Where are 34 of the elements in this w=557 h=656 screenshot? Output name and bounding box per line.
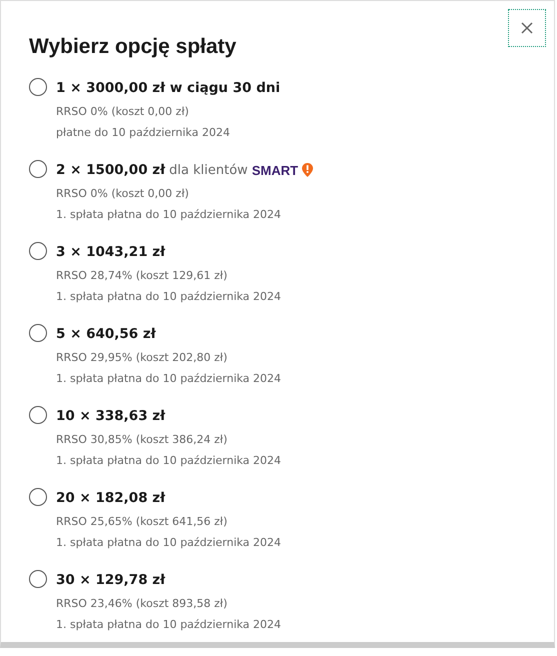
rrso-text: RRSO 25,65% (koszt 641,56 zł)	[56, 514, 228, 530]
rrso-text: RRSO 23,46% (koszt 893,58 zł)	[56, 596, 228, 612]
option-note: dla klientów	[169, 162, 248, 178]
due-date-text: 1. spłata płatna do 10 października 2024	[56, 289, 282, 305]
pin-icon	[302, 163, 314, 177]
brand-logo-text: SMART	[252, 162, 298, 178]
rrso-text: RRSO 29,95% (koszt 202,80 zł)	[56, 350, 228, 366]
option-amount: 2 × 1500,00 zł	[56, 162, 166, 178]
option-amount: 1 × 3000,00 zł w ciągu 30 dni	[56, 80, 280, 96]
dialog-title: Wybierz opcję spłaty	[29, 35, 238, 59]
due-date-text: 1. spłata płatna do 10 października 2024	[56, 371, 282, 387]
radio-button[interactable]	[29, 570, 47, 588]
radio-button[interactable]	[29, 78, 47, 96]
option-amount: 10 × 338,63 zł	[56, 408, 166, 424]
due-date-text: 1. spłata płatna do 10 października 2024	[56, 453, 282, 469]
option-amount: 30 × 129,78 zł	[56, 572, 166, 588]
radio-button[interactable]	[29, 488, 47, 506]
option-amount: 3 × 1043,21 zł	[56, 244, 166, 260]
rrso-text: RRSO 28,74% (koszt 129,61 zł)	[56, 268, 228, 284]
rrso-text: RRSO 0% (koszt 0,00 zł)	[56, 104, 190, 120]
radio-button[interactable]	[29, 242, 47, 260]
rrso-text: RRSO 0% (koszt 0,00 zł)	[56, 186, 190, 202]
radio-button[interactable]	[29, 324, 47, 342]
radio-button[interactable]	[29, 160, 47, 178]
option-amount: 5 × 640,56 zł	[56, 326, 156, 342]
due-date-text: 1. spłata płatna do 10 października 2024	[56, 617, 282, 633]
due-date-text: płatne do 10 października 2024	[56, 125, 231, 141]
rrso-text: RRSO 30,85% (koszt 386,24 zł)	[56, 432, 228, 448]
due-date-text: 1. spłata płatna do 10 października 2024	[56, 207, 282, 223]
radio-button[interactable]	[29, 406, 47, 424]
due-date-text: 1. spłata płatna do 10 października 2024	[56, 535, 282, 551]
option-amount: 20 × 182,08 zł	[56, 490, 166, 506]
close-icon	[521, 22, 533, 34]
close-button[interactable]	[508, 9, 546, 47]
